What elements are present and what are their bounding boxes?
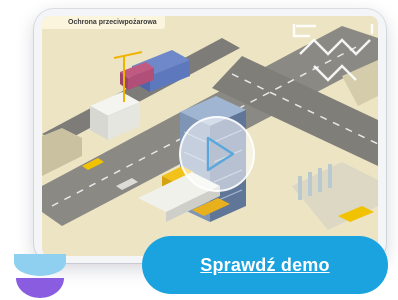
video-preview[interactable]: Ochrona przeciwpożarowa	[42, 16, 378, 256]
brand-logo-icon	[14, 254, 66, 298]
play-button[interactable]	[179, 116, 255, 192]
demo-button[interactable]: Sprawdź demo	[142, 236, 388, 294]
video-title: Ochrona przeciwpożarowa	[42, 16, 165, 29]
play-icon	[206, 136, 235, 172]
decorative-corner-icon	[292, 24, 374, 82]
tablet-frame: Ochrona przeciwpożarowa	[34, 9, 386, 263]
